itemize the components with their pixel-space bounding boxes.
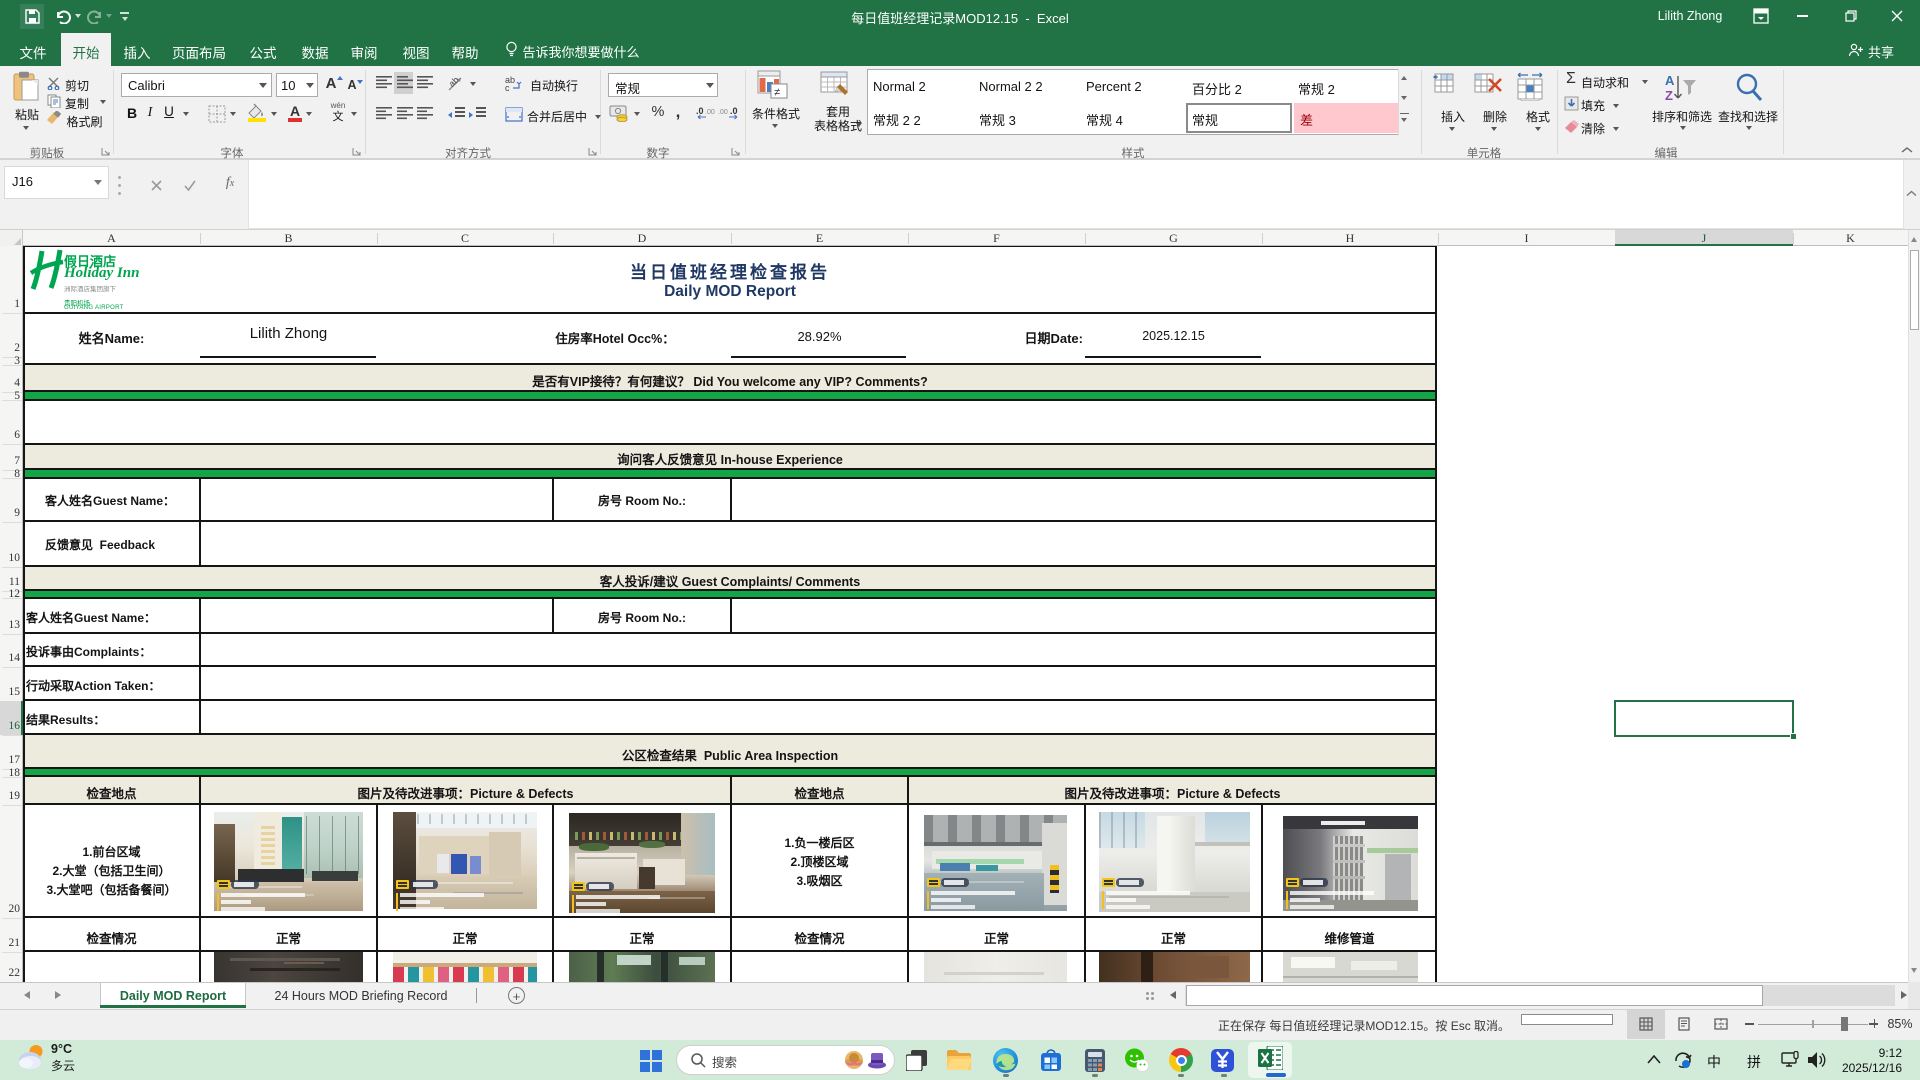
svg-text:.0: .0 [696,106,704,116]
svg-text:.00: .00 [705,109,715,116]
svg-text:.00: .00 [718,109,728,116]
svg-text:≠: ≠ [774,87,780,99]
svg-text:.0: .0 [730,106,738,116]
svg-text:ab: ab [447,75,461,89]
svg-text:c: c [505,83,510,92]
svg-text:A: A [1665,73,1675,88]
svg-text:Z: Z [1665,88,1673,103]
